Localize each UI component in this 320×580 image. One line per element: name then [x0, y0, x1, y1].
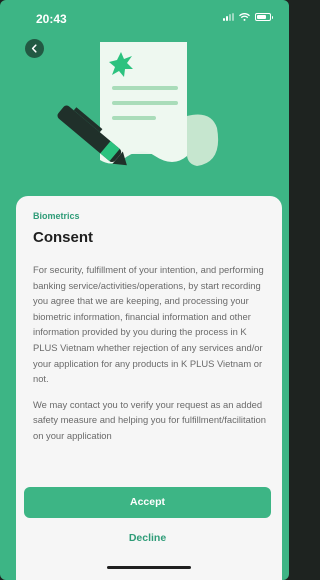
wifi-icon — [239, 13, 250, 21]
sheet-eyebrow: Biometrics — [33, 211, 80, 221]
document-with-pen-illustration — [57, 42, 219, 166]
home-indicator — [107, 566, 191, 569]
status-time: 20:43 — [36, 12, 67, 26]
text-fade-overlay — [16, 456, 282, 488]
battery-icon — [255, 13, 273, 21]
consent-paragraph: We may contact you to verify your reques… — [33, 398, 266, 441]
phone-screen: 20:43 Biometrics Consent For security, f… — [0, 0, 289, 580]
chevron-left-icon — [31, 44, 37, 53]
consent-text[interactable]: For security, fulfillment of your intent… — [33, 262, 270, 488]
back-button[interactable] — [25, 39, 44, 58]
accept-button[interactable]: Accept — [24, 487, 271, 518]
consent-sheet: Biometrics Consent For security, fulfill… — [16, 196, 282, 580]
status-icons — [223, 13, 273, 21]
consent-paragraph: For security, fulfillment of your intent… — [33, 264, 264, 385]
decline-button[interactable]: Decline — [24, 527, 271, 549]
signal-icon — [223, 13, 234, 21]
sheet-title: Consent — [33, 229, 93, 246]
status-bar: 20:43 — [0, 0, 289, 30]
